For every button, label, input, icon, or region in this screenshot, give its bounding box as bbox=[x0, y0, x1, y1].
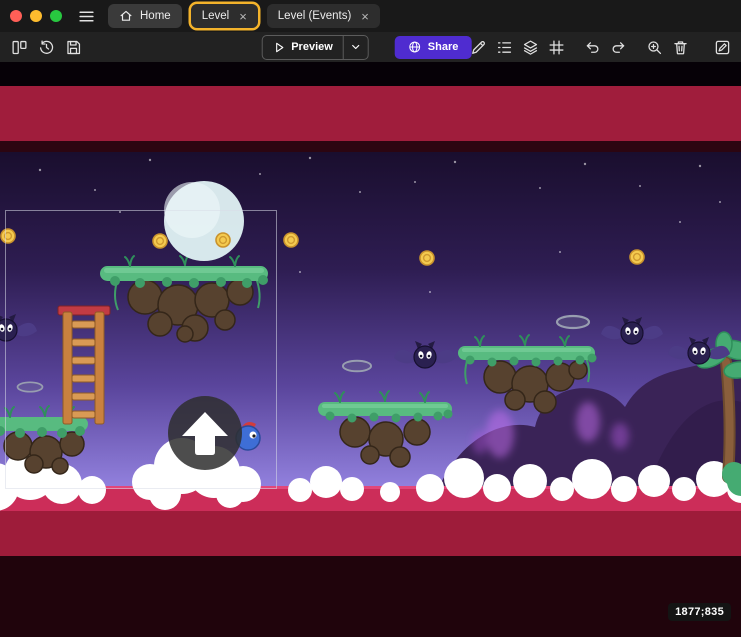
cursor-coordinates: 1877;835 bbox=[668, 603, 731, 621]
preview-options-button[interactable] bbox=[343, 36, 368, 59]
layers-icon bbox=[522, 39, 539, 56]
coin[interactable] bbox=[630, 250, 644, 264]
top-crimson-band bbox=[0, 86, 741, 141]
coin[interactable] bbox=[216, 233, 230, 247]
bottom-dark-band bbox=[0, 556, 741, 637]
share-label: Share bbox=[428, 41, 459, 53]
app-window: Home Level × Level (Events) × bbox=[0, 0, 741, 637]
chevron-down-icon bbox=[350, 41, 362, 53]
coin[interactable] bbox=[1, 229, 15, 243]
undo-icon bbox=[584, 39, 601, 56]
zoom-in-icon bbox=[646, 39, 663, 56]
hamburger-menu-button[interactable] bbox=[74, 4, 98, 28]
history-button[interactable] bbox=[35, 35, 57, 59]
scene-canvas[interactable] bbox=[0, 62, 741, 637]
pen-icon bbox=[470, 39, 487, 56]
coin[interactable] bbox=[153, 234, 167, 248]
share-button[interactable]: Share bbox=[395, 36, 472, 59]
redo-icon bbox=[610, 39, 627, 56]
tab-level-events[interactable]: Level (Events) × bbox=[267, 4, 380, 28]
trash-icon bbox=[672, 39, 689, 56]
toolbar: Preview Share bbox=[0, 32, 741, 62]
scene-events-icon bbox=[714, 39, 731, 56]
redo-button[interactable] bbox=[607, 35, 629, 59]
ellipse-outline-object[interactable] bbox=[18, 382, 43, 391]
tab-bar: Home Level × Level (Events) × bbox=[108, 0, 389, 32]
zoom-window-button[interactable] bbox=[50, 10, 62, 22]
scene-events-button[interactable] bbox=[711, 35, 733, 59]
toolbar-left-group bbox=[8, 35, 84, 59]
coin[interactable] bbox=[284, 233, 298, 247]
moon[interactable] bbox=[164, 181, 244, 261]
close-tab-icon[interactable]: × bbox=[361, 10, 369, 23]
scene-editor-canvas[interactable]: 1877;835 bbox=[0, 62, 741, 637]
minimize-window-button[interactable] bbox=[30, 10, 42, 22]
globe-icon bbox=[408, 40, 422, 54]
tab-label: Home bbox=[140, 10, 171, 22]
preview-label: Preview bbox=[291, 41, 333, 53]
instances-list-button[interactable] bbox=[493, 35, 515, 59]
play-icon bbox=[272, 41, 285, 54]
panels-icon bbox=[11, 39, 28, 56]
top-dark-band bbox=[0, 62, 741, 86]
bottom-crimson-band bbox=[0, 511, 741, 556]
close-tab-icon[interactable]: × bbox=[239, 10, 247, 23]
layers-button[interactable] bbox=[519, 35, 541, 59]
tab-level[interactable]: Level × bbox=[191, 4, 258, 28]
top-maroon-strip bbox=[0, 141, 741, 152]
tab-home[interactable]: Home bbox=[108, 4, 182, 28]
toolbar-center-group: Preview Share bbox=[261, 32, 471, 62]
coin[interactable] bbox=[420, 251, 434, 265]
home-icon bbox=[119, 9, 133, 23]
traffic-lights bbox=[10, 10, 62, 22]
ellipse-outline-object[interactable] bbox=[557, 316, 589, 328]
history-icon bbox=[38, 39, 55, 56]
zoom-in-button[interactable] bbox=[643, 35, 665, 59]
preview-button[interactable]: Preview bbox=[261, 35, 369, 60]
tab-label: Level bbox=[202, 10, 230, 22]
save-icon bbox=[65, 39, 82, 56]
save-button[interactable] bbox=[62, 35, 84, 59]
title-bar: Home Level × Level (Events) × bbox=[0, 0, 741, 32]
preview-button-main[interactable]: Preview bbox=[262, 36, 343, 59]
jump-button[interactable] bbox=[168, 396, 242, 470]
undo-button[interactable] bbox=[581, 35, 603, 59]
trash-button[interactable] bbox=[669, 35, 691, 59]
ellipse-outline-object[interactable] bbox=[343, 361, 371, 372]
panels-button[interactable] bbox=[8, 35, 30, 59]
grid-icon bbox=[548, 39, 565, 56]
tab-label: Level (Events) bbox=[278, 10, 352, 22]
grid-button[interactable] bbox=[545, 35, 567, 59]
hamburger-icon bbox=[78, 8, 95, 25]
instances-list-icon bbox=[496, 39, 513, 56]
close-window-button[interactable] bbox=[10, 10, 22, 22]
